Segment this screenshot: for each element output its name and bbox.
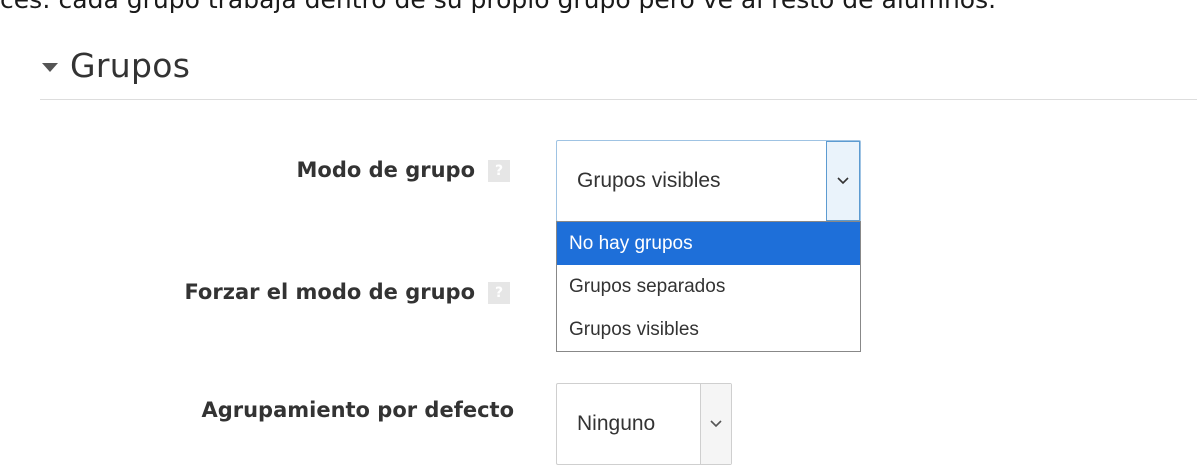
group-mode-options-list: No hay grupos Grupos separados Grupos vi… bbox=[556, 221, 861, 352]
chevron-down-icon bbox=[837, 177, 849, 185]
intro-text-fragment: ces: cada grupo trabaja dentro de su pro… bbox=[0, 0, 996, 15]
section-header-grupos[interactable]: Grupos bbox=[42, 40, 190, 90]
group-mode-selected-value: Grupos visibles bbox=[577, 169, 721, 192]
section-title: Grupos bbox=[70, 45, 191, 85]
group-mode-label: Modo de grupo bbox=[296, 158, 475, 182]
group-mode-select[interactable]: Grupos visibles bbox=[556, 140, 861, 222]
default-grouping-selected-value: Ninguno bbox=[577, 412, 656, 435]
default-grouping-select[interactable]: Ninguno bbox=[556, 383, 732, 465]
caret-down-icon bbox=[42, 62, 58, 72]
option-no-hay-grupos[interactable]: No hay grupos bbox=[557, 222, 860, 265]
force-group-mode-help-icon[interactable]: ? bbox=[488, 282, 510, 304]
section-divider bbox=[40, 99, 1197, 100]
option-grupos-visibles[interactable]: Grupos visibles bbox=[557, 308, 860, 351]
default-grouping-label: Agrupamiento por defecto bbox=[201, 398, 514, 422]
force-group-mode-label: Forzar el modo de grupo bbox=[184, 280, 475, 304]
chevron-down-icon bbox=[710, 420, 722, 428]
default-grouping-select-arrow[interactable] bbox=[700, 384, 731, 464]
group-mode-select-arrow[interactable] bbox=[826, 141, 860, 221]
option-grupos-separados[interactable]: Grupos separados bbox=[557, 265, 860, 308]
group-mode-help-icon[interactable]: ? bbox=[488, 160, 510, 182]
